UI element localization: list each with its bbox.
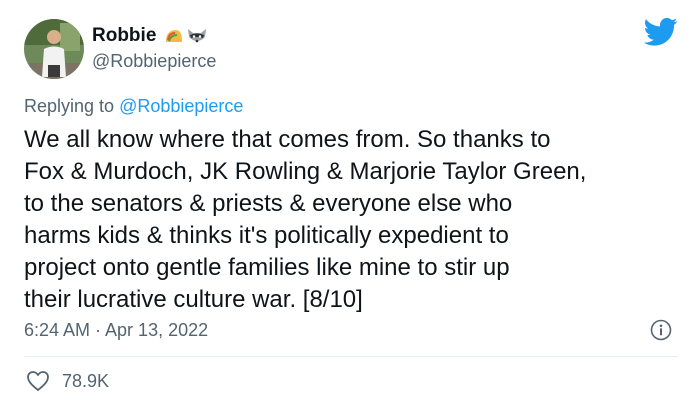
heart-icon	[27, 371, 49, 391]
tweet-card: Robbie @Robbiepierce Replying to @Robbie…	[0, 0, 700, 410]
replying-to-label: Replying to	[24, 96, 120, 116]
reply-mention-link[interactable]: @Robbiepierce	[119, 96, 243, 116]
avatar[interactable]	[24, 19, 84, 79]
tweet-timestamp[interactable]: 6:24 AM · Apr 13, 2022	[24, 320, 208, 341]
replying-to: Replying to @Robbiepierce	[24, 96, 243, 117]
display-name[interactable]: Robbie	[92, 25, 156, 47]
name-emoji	[164, 27, 208, 45]
taco-icon	[166, 30, 183, 42]
raccoon-icon	[188, 29, 207, 43]
info-icon[interactable]	[650, 319, 672, 341]
divider	[24, 356, 678, 357]
twitter-bird-icon[interactable]	[644, 17, 678, 47]
like-button[interactable]: 78.9K	[26, 370, 109, 392]
tweet-text: We all know where that comes from. So th…	[24, 126, 587, 313]
user-handle[interactable]: @Robbiepierce	[92, 51, 216, 72]
name-row: Robbie	[92, 25, 208, 47]
like-count: 78.9K	[62, 370, 110, 391]
